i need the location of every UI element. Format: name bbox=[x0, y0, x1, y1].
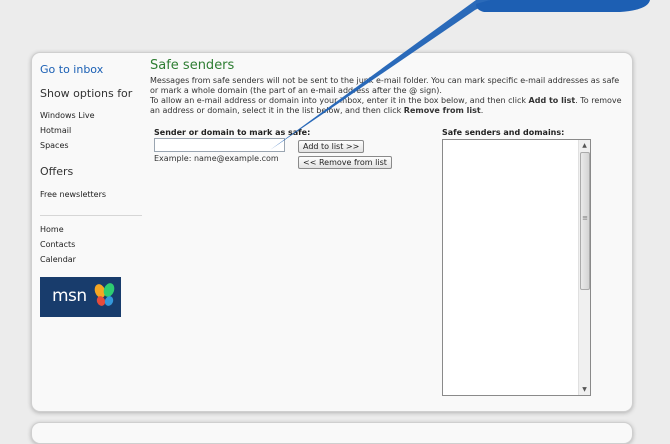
sidebar-divider bbox=[40, 215, 142, 216]
safe-senders-panel: Go to inbox Show options for Windows Liv… bbox=[31, 52, 633, 412]
description-add-to-list: Add to list bbox=[528, 96, 576, 105]
page-title: Safe senders bbox=[150, 58, 235, 73]
sidebar-item-free-newsletters[interactable]: Free newsletters bbox=[40, 190, 106, 199]
description-remove-from-list: Remove from list bbox=[403, 106, 481, 115]
listbox-scrollbar[interactable]: ▲ ≡ ▼ bbox=[578, 140, 590, 395]
offers-heading: Offers bbox=[40, 165, 74, 178]
description-paragraph-2: To allow an e-mail address or domain int… bbox=[150, 96, 628, 116]
scrollbar-thumb[interactable]: ≡ bbox=[580, 152, 590, 290]
safe-senders-listbox[interactable]: ▲ ≡ ▼ bbox=[442, 139, 591, 396]
go-to-inbox-link[interactable]: Go to inbox bbox=[40, 63, 103, 76]
description-text-c: . bbox=[480, 106, 484, 115]
msn-butterfly-icon bbox=[94, 283, 115, 306]
sidebar: Go to inbox Show options for Windows Liv… bbox=[40, 53, 144, 411]
description: Messages from safe senders will not be s… bbox=[150, 76, 628, 116]
show-options-heading: Show options for bbox=[40, 87, 133, 100]
msn-logo[interactable]: msn bbox=[40, 277, 121, 317]
sidebar-item-spaces[interactable]: Spaces bbox=[40, 141, 69, 150]
msn-logo-text: msn bbox=[52, 286, 87, 306]
description-paragraph-1: Messages from safe senders will not be s… bbox=[150, 76, 620, 95]
main-content: Safe senders Messages from safe senders … bbox=[150, 53, 630, 411]
thumb-grip-icon: ≡ bbox=[582, 214, 588, 222]
sender-domain-input[interactable] bbox=[154, 138, 285, 152]
sidebar-item-contacts[interactable]: Contacts bbox=[40, 240, 75, 249]
arrow-up-icon[interactable]: ▲ bbox=[579, 140, 590, 151]
sender-input-label: Sender or domain to mark as safe: bbox=[154, 128, 311, 137]
sidebar-item-home[interactable]: Home bbox=[40, 225, 64, 234]
arrow-down-icon[interactable]: ▼ bbox=[579, 384, 590, 395]
sidebar-item-windows-live[interactable]: Windows Live bbox=[40, 111, 95, 120]
description-text-a: To allow an e-mail address or domain int… bbox=[150, 96, 529, 105]
add-to-list-button[interactable]: Add to list >> bbox=[298, 140, 365, 153]
sidebar-item-calendar[interactable]: Calendar bbox=[40, 255, 76, 264]
secondary-panel bbox=[31, 422, 633, 444]
safe-senders-list-label: Safe senders and domains: bbox=[442, 128, 565, 137]
sidebar-item-hotmail[interactable]: Hotmail bbox=[40, 126, 71, 135]
remove-from-list-button[interactable]: << Remove from list bbox=[298, 156, 392, 169]
input-example: Example: name@example.com bbox=[154, 154, 279, 163]
